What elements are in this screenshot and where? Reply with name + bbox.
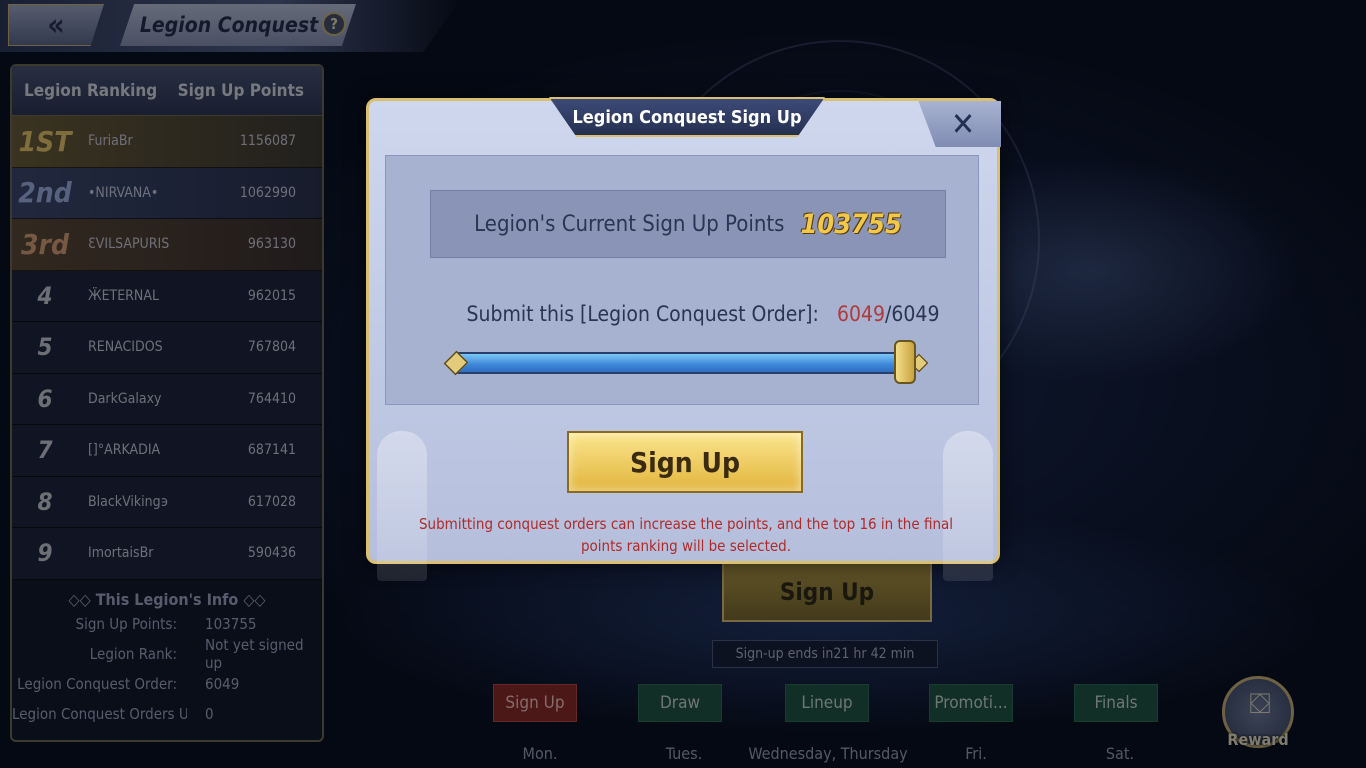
sign-up-dialog: Legion Conquest Sign Up ✕ Legion's Curre… <box>366 97 1001 581</box>
legion-points: 962015 <box>247 287 296 304</box>
ranking-row[interactable]: 6 DarkGalaxy 764410 <box>12 373 322 425</box>
legion-points: 963130 <box>247 236 296 253</box>
rank-number: 8 <box>37 487 53 516</box>
rank-number: 6 <box>37 384 53 413</box>
schedule-tab[interactable]: Draw <box>638 684 722 722</box>
legion-points: 687141 <box>247 442 296 459</box>
order-submit-label: Submit this [Legion Conquest Order]: <box>466 302 819 326</box>
ranking-row[interactable]: 3rd ƐVILSAPURIS 963130 <box>12 219 322 271</box>
dialog-content-panel: Legion's Current Sign Up Points 103755 S… <box>385 155 979 405</box>
page-title-plate: Legion Conquest <box>120 4 356 46</box>
ranking-header: Legion Ranking Sign Up Points <box>12 66 322 116</box>
page-title: Legion Conquest <box>139 13 319 37</box>
legion-info-row: Legion Rank: Not yet signed up <box>12 635 322 672</box>
legion-info-title: ◇◇ This Legion's Info ◇◇ <box>68 589 266 609</box>
dialog-title: Legion Conquest Sign Up <box>572 106 802 128</box>
rank-number: 3rd <box>21 227 69 261</box>
ranking-header-rank: Legion Ranking <box>24 80 158 101</box>
schedule-tab[interactable]: Finals <box>1074 684 1158 722</box>
rank-number: 7 <box>37 436 53 465</box>
legion-points: 617028 <box>247 493 296 510</box>
info-label: Sign Up Points: <box>75 614 178 633</box>
legion-info-list: Sign Up Points: 103755 Legion Rank: Not yet… <box>12 609 322 729</box>
legion-name: ӜETERNAL <box>88 287 159 304</box>
legion-name: []°ARKADIA <box>88 442 161 459</box>
reward-button[interactable]: ⛋ Reward <box>1222 676 1294 749</box>
order-max-count: 6049 <box>891 302 940 326</box>
info-value: 0 <box>205 704 214 723</box>
legion-points: 1156087 <box>239 133 296 150</box>
legion-info-row: Legion Conquest Orders U... 0 <box>12 699 322 729</box>
schedule-tab[interactable]: Promoti... <box>929 684 1013 722</box>
legion-name: •NIRVANA• <box>88 184 159 201</box>
info-value: 6049 <box>205 674 240 693</box>
legion-name: RENACIDOS <box>88 339 163 356</box>
close-icon: ✕ <box>950 105 976 143</box>
rank-number: 1ST <box>18 124 72 158</box>
info-value: 103755 <box>205 614 257 633</box>
info-label: Legion Rank: <box>89 644 177 663</box>
ranking-row[interactable]: 8 BlackViking϶ 617028 <box>12 476 322 528</box>
order-amount-slider[interactable] <box>456 352 912 374</box>
dialog-title-plate: Legion Conquest Sign Up <box>549 97 825 137</box>
legion-points: 764410 <box>247 390 296 407</box>
info-label: Legion Conquest Orders U... <box>12 704 187 723</box>
info-value: Not yet signed up <box>205 635 304 672</box>
rank-number: 9 <box>37 539 53 568</box>
info-label: Legion Conquest Order: <box>17 674 177 693</box>
background-sign-up-button[interactable]: Sign Up <box>722 562 932 622</box>
rank-number: 2nd <box>18 176 72 210</box>
ranking-row[interactable]: 9 ImortaisBr 590436 <box>12 528 322 580</box>
close-button[interactable]: ✕ <box>918 101 1001 147</box>
schedule-tab[interactable]: Lineup <box>785 684 869 722</box>
legion-info-row: Sign Up Points: 103755 <box>12 609 322 639</box>
sign-up-note: Submitting conquest orders can increase … <box>418 515 954 555</box>
ranking-list[interactable]: 1ST FuriaBr 1156087 2nd •NIRVANA• 1062990 3rd Ɛ… <box>12 116 322 580</box>
left-statue-decoration <box>377 431 427 581</box>
order-current-count: 6049 <box>836 302 886 326</box>
order-submit-line: Submit this [Legion Conquest Order]: 604… <box>386 302 980 326</box>
right-statue-decoration <box>943 431 993 581</box>
legion-name: DarkGalaxy <box>88 390 162 407</box>
schedule-day-label: Sat. <box>1105 744 1135 763</box>
legion-points: 590436 <box>247 545 296 562</box>
ranking-header-points: Sign Up Points <box>177 80 304 101</box>
legion-points: 767804 <box>247 339 296 356</box>
ranking-row[interactable]: 1ST FuriaBr 1156087 <box>12 116 322 168</box>
current-points-box: Legion's Current Sign Up Points 103755 <box>430 190 946 258</box>
slider-thumb[interactable] <box>894 340 916 384</box>
ranking-row[interactable]: 4 ӜETERNAL 962015 <box>12 270 322 322</box>
legion-points: 1062990 <box>239 184 296 201</box>
rank-number: 4 <box>37 281 53 310</box>
sign-up-button[interactable]: Sign Up <box>567 431 803 493</box>
gift-box-icon: ⛋ <box>1249 687 1271 720</box>
schedule-tab[interactable]: Sign Up <box>493 684 577 722</box>
legion-name: FuriaBr <box>88 133 133 150</box>
legion-name: BlackViking϶ <box>88 493 169 510</box>
ranking-row[interactable]: 5 RENACIDOS 767804 <box>12 322 322 374</box>
legion-info-row: Legion Conquest Order: 6049 <box>12 669 322 699</box>
reward-label: Reward <box>1227 730 1289 749</box>
help-icon[interactable]: ? <box>322 12 346 36</box>
current-points-value: 103755 <box>800 208 902 240</box>
legion-name: ƐVILSAPURIS <box>88 236 170 253</box>
ranking-row[interactable]: 2nd •NIRVANA• 1062990 <box>12 167 322 219</box>
current-points-label: Legion's Current Sign Up Points <box>474 211 785 237</box>
back-button[interactable]: « <box>8 4 104 46</box>
ranking-panel: Legion Ranking Sign Up Points 1ST FuriaBr… <box>10 64 324 742</box>
sign-up-countdown: Sign-up ends in21 hr 42 min <box>712 640 938 668</box>
rank-number: 5 <box>37 333 53 362</box>
ranking-row[interactable]: 7 []°ARKADIA 687141 <box>12 425 322 477</box>
legion-name: ImortaisBr <box>88 545 154 562</box>
double-chevron-left-icon: « <box>47 7 65 43</box>
